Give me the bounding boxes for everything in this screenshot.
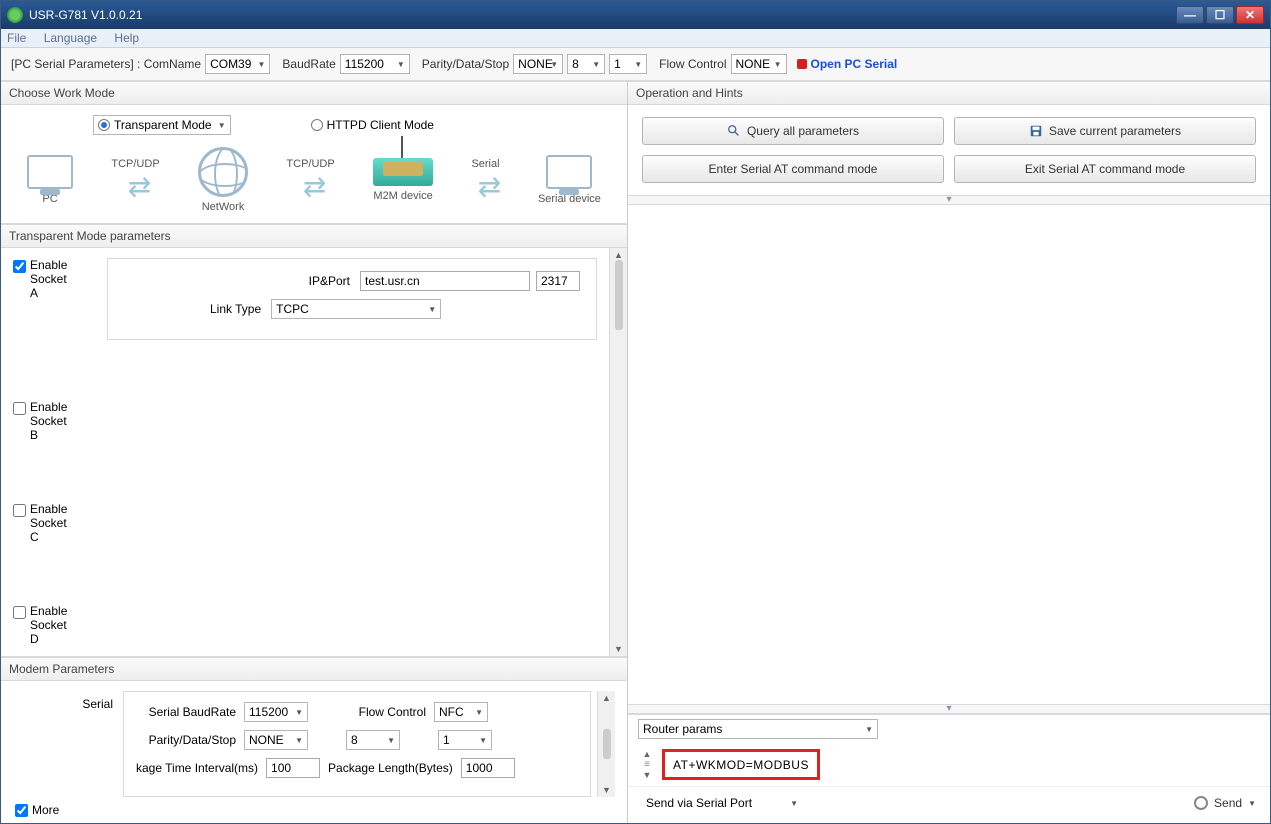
log-output-area bbox=[628, 205, 1270, 704]
enable-socket-a-checkbox[interactable]: EnableSocket A bbox=[13, 258, 73, 300]
baud-label: BaudRate bbox=[282, 57, 335, 71]
radio-transparent-mode[interactable]: Transparent Mode bbox=[93, 115, 231, 135]
scroll-thumb[interactable] bbox=[615, 260, 623, 330]
enable-socket-c-checkbox[interactable]: EnableSocket C bbox=[13, 502, 73, 544]
enable-socket-b-checkbox[interactable]: EnableSocket B bbox=[13, 400, 73, 442]
more-checkbox[interactable]: More bbox=[1, 803, 627, 823]
linktype-select[interactable]: TCPC bbox=[271, 299, 441, 319]
titlebar: USR-G781 V1.0.0.21 — ☐ ✕ bbox=[1, 1, 1270, 29]
save-icon bbox=[1029, 124, 1043, 138]
scroll-thumb[interactable] bbox=[603, 729, 611, 759]
radio-httpd-client-mode[interactable]: HTTPD Client Mode bbox=[311, 118, 434, 132]
scrollbar[interactable]: ▲ ▼ bbox=[609, 248, 627, 656]
pkg-len-input[interactable] bbox=[461, 758, 515, 778]
serial-section-label: Serial bbox=[13, 691, 123, 797]
scroll-down-icon[interactable]: ▼ bbox=[614, 644, 623, 654]
enter-at-mode-button[interactable]: Enter Serial AT command mode bbox=[642, 155, 944, 183]
baudrate-select[interactable]: 115200 bbox=[340, 54, 410, 74]
transparent-params-header: Transparent Mode parameters bbox=[1, 224, 627, 248]
serial-baud-label: Serial BaudRate bbox=[136, 705, 236, 719]
flowcontrol-select[interactable]: NONE bbox=[731, 54, 787, 74]
linktype-label: Link Type bbox=[210, 302, 261, 316]
save-current-parameters-button[interactable]: Save current parameters bbox=[954, 117, 1256, 145]
app-icon bbox=[7, 7, 23, 23]
send-button[interactable]: Send ▼ bbox=[1194, 796, 1256, 810]
scroll-up-icon[interactable]: ▲ bbox=[643, 749, 652, 759]
minimize-button[interactable]: — bbox=[1176, 6, 1204, 24]
network-icon bbox=[198, 147, 248, 197]
operation-hints-header: Operation and Hints bbox=[628, 81, 1270, 105]
pkg-time-label: kage Time Interval(ms) bbox=[136, 761, 258, 775]
workmode-diagram: PC TCP/UDP⇄ NetWork TCP/UDP⇄ M2M device … bbox=[13, 143, 615, 213]
close-button[interactable]: ✕ bbox=[1236, 6, 1264, 24]
pc-icon bbox=[27, 155, 73, 189]
open-pc-serial-button[interactable]: Open PC Serial bbox=[797, 57, 898, 71]
maximize-button[interactable]: ☐ bbox=[1206, 6, 1234, 24]
router-params-select[interactable]: Router params bbox=[638, 719, 878, 739]
scroll-up-icon[interactable]: ▲ bbox=[602, 693, 611, 703]
scroll-down-icon[interactable]: ▼ bbox=[602, 785, 611, 795]
search-icon bbox=[727, 124, 741, 138]
modem-scrollbar[interactable]: ▲ ▼ bbox=[597, 691, 615, 797]
exit-at-mode-button[interactable]: Exit Serial AT command mode bbox=[954, 155, 1256, 183]
flow-control-select[interactable]: NFC bbox=[434, 702, 488, 722]
pkg-len-label: Package Length(Bytes) bbox=[328, 761, 453, 775]
socket-a-form: IP&Port Link Type TCPC bbox=[107, 258, 597, 340]
serial-device-icon bbox=[546, 155, 592, 189]
port-input[interactable] bbox=[536, 271, 580, 291]
flow-label: Flow Control bbox=[659, 57, 726, 71]
workmode-header: Choose Work Mode bbox=[1, 81, 627, 105]
menu-help[interactable]: Help bbox=[114, 31, 139, 45]
serial-status-icon bbox=[797, 59, 807, 69]
splitter[interactable] bbox=[628, 704, 1270, 714]
modem-databits-select[interactable]: 8 bbox=[346, 730, 400, 750]
scroll-up-icon[interactable]: ▲ bbox=[614, 250, 623, 260]
serial-baud-select[interactable]: 115200 bbox=[244, 702, 308, 722]
serial-toolbar: [PC Serial Parameters] : ComName COM39 B… bbox=[1, 48, 1270, 81]
menu-language[interactable]: Language bbox=[44, 31, 97, 45]
send-icon bbox=[1194, 796, 1208, 810]
enable-socket-d-checkbox[interactable]: EnableSocket D bbox=[13, 604, 73, 646]
query-all-parameters-button[interactable]: Query all parameters bbox=[642, 117, 944, 145]
menubar: File Language Help bbox=[1, 29, 1270, 48]
pkg-time-input[interactable] bbox=[266, 758, 320, 778]
flow-control-label: Flow Control bbox=[346, 705, 426, 719]
ip-input[interactable] bbox=[360, 271, 530, 291]
pds-label: Parity/Data/Stop bbox=[422, 57, 509, 71]
m2m-device-icon bbox=[373, 158, 433, 186]
window-title: USR-G781 V1.0.0.21 bbox=[29, 8, 1176, 22]
pcserial-label: [PC Serial Parameters] : ComName bbox=[11, 57, 201, 71]
modem-stopbits-select[interactable]: 1 bbox=[438, 730, 492, 750]
at-command-highlight: AT+WKMOD=MODBUS bbox=[662, 749, 820, 780]
at-command-text[interactable]: AT+WKMOD=MODBUS bbox=[673, 758, 809, 772]
parity-select[interactable]: NONE bbox=[513, 54, 563, 74]
databits-select[interactable]: 8 bbox=[567, 54, 605, 74]
modem-pds-label: Parity/Data/Stop bbox=[136, 733, 236, 747]
modem-params-header: Modem Parameters bbox=[1, 657, 627, 681]
ipport-label: IP&Port bbox=[309, 274, 350, 288]
stopbits-select[interactable]: 1 bbox=[609, 54, 647, 74]
scroll-down-icon[interactable]: ▼ bbox=[643, 770, 652, 780]
menu-file[interactable]: File bbox=[7, 31, 26, 45]
splitter[interactable] bbox=[628, 195, 1270, 205]
send-via-select[interactable]: Send via Serial Port bbox=[642, 793, 802, 813]
comname-select[interactable]: COM39 bbox=[205, 54, 270, 74]
modem-parity-select[interactable]: NONE bbox=[244, 730, 308, 750]
